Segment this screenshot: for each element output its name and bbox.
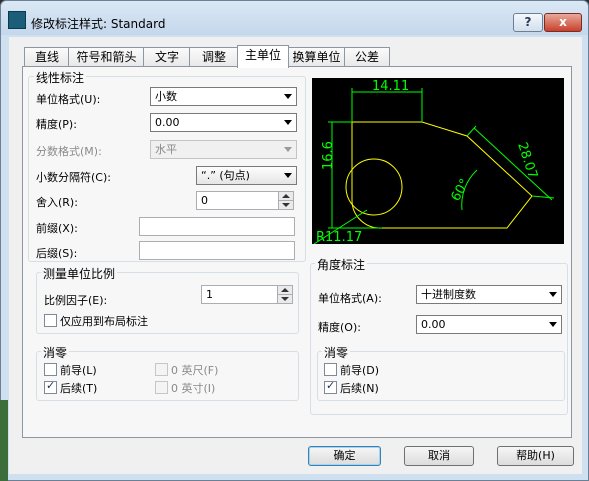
cancel-button[interactable]: 取消 bbox=[404, 446, 474, 466]
app-icon bbox=[8, 11, 26, 29]
zero-suppression-angular-title: 消零 bbox=[322, 344, 351, 361]
chevron-down-icon bbox=[284, 120, 292, 125]
angular-group-title: 角度标注 bbox=[315, 256, 368, 273]
spin-down-icon[interactable] bbox=[277, 295, 292, 303]
fraction-format-select: 水平 bbox=[150, 140, 297, 159]
unit-format-label: 单位格式(U): bbox=[36, 93, 101, 106]
round-off-value: 0 bbox=[201, 194, 208, 207]
angular-unit-format-value: 十进制度数 bbox=[421, 288, 476, 301]
round-off-input[interactable]: 0 bbox=[196, 191, 294, 210]
angular-unit-format-label: 单位格式(A): bbox=[318, 292, 382, 305]
angular-precision-select[interactable]: 0.00 bbox=[416, 315, 562, 334]
dimension-preview: 14.11 16.6 28.07 60° R11.17 bbox=[312, 78, 564, 245]
title-bar[interactable]: 修改标注样式: Standard ? x bbox=[1, 1, 588, 35]
dim-left-label: 16.6 bbox=[321, 141, 336, 170]
help-button[interactable]: 帮助(H) bbox=[497, 446, 574, 466]
unit-format-select[interactable]: 小数 bbox=[150, 87, 297, 106]
linear-group-title: 线性标注 bbox=[34, 69, 87, 86]
decimal-separator-select[interactable]: “.” (句点) bbox=[196, 166, 297, 185]
tab-symbols-arrows[interactable]: 符号和箭头 bbox=[68, 47, 145, 67]
tab-alternate-units[interactable]: 换算单位 bbox=[287, 47, 346, 67]
chevron-down-icon bbox=[284, 173, 292, 178]
tab-tolerances[interactable]: 公差 bbox=[344, 47, 390, 67]
layout-only-label: 仅应用到布局标注 bbox=[60, 315, 148, 328]
tab-fit[interactable]: 调整 bbox=[189, 47, 239, 67]
unit-format-value: 小数 bbox=[155, 90, 177, 103]
chevron-down-icon bbox=[284, 147, 292, 152]
suffix-input[interactable] bbox=[139, 241, 295, 260]
spin-up-icon[interactable] bbox=[277, 286, 292, 295]
precision-select[interactable]: 0.00 bbox=[150, 113, 297, 132]
scale-group-title: 测量单位比例 bbox=[41, 265, 118, 282]
chevron-down-icon bbox=[284, 94, 292, 99]
angular-unit-format-select[interactable]: 十进制度数 bbox=[416, 285, 562, 304]
angular-leading-zero-label: 前导(D) bbox=[340, 364, 380, 377]
leading-zero-label: 前导(L) bbox=[60, 364, 97, 377]
fraction-format-value: 水平 bbox=[155, 143, 177, 156]
inches-zero-checkbox bbox=[155, 381, 168, 394]
inches-zero-label: 0 英寸(I) bbox=[171, 382, 216, 395]
preview-drawing: 14.11 16.6 28.07 60° R11.17 bbox=[313, 79, 555, 245]
layout-only-checkbox[interactable] bbox=[44, 314, 57, 327]
round-off-label: 舍入(R): bbox=[36, 196, 78, 209]
feet-zero-checkbox bbox=[155, 363, 168, 376]
suffix-label: 后缀(S): bbox=[36, 247, 78, 260]
checkmark-icon: ✓ bbox=[326, 379, 336, 392]
tab-primary-units[interactable]: 主单位 bbox=[237, 45, 289, 68]
prefix-label: 前缀(X): bbox=[36, 222, 78, 235]
dim-radius-label: R11.17 bbox=[316, 230, 362, 244]
angular-trailing-zero-checkbox[interactable]: ✓ bbox=[324, 379, 337, 394]
chevron-down-icon bbox=[549, 292, 557, 297]
precision-value: 0.00 bbox=[155, 116, 180, 129]
ok-button[interactable]: 确定 bbox=[308, 446, 381, 466]
checkmark-icon: ✓ bbox=[46, 379, 56, 392]
help-title-button[interactable]: ? bbox=[513, 13, 543, 32]
trailing-zero-checkbox[interactable]: ✓ bbox=[44, 379, 57, 394]
fraction-format-label: 分数格式(M): bbox=[36, 145, 102, 158]
scale-factor-label: 比例因子(E): bbox=[44, 294, 108, 307]
leading-zero-checkbox[interactable] bbox=[44, 363, 57, 376]
scale-factor-input[interactable]: 1 bbox=[201, 285, 293, 304]
spin-up-icon[interactable] bbox=[278, 192, 293, 201]
spin-down-icon[interactable] bbox=[278, 201, 293, 209]
decimal-separator-value: “.” (句点) bbox=[201, 169, 250, 182]
angular-precision-value: 0.00 bbox=[421, 318, 446, 331]
scale-factor-value: 1 bbox=[206, 288, 213, 301]
angular-leading-zero-checkbox[interactable] bbox=[324, 363, 337, 376]
dim-top-label: 14.11 bbox=[372, 79, 409, 94]
chevron-down-icon bbox=[549, 322, 557, 327]
tab-text[interactable]: 文字 bbox=[143, 47, 191, 67]
decimal-separator-label: 小数分隔符(C): bbox=[36, 171, 111, 184]
feet-zero-label: 0 英尺(F) bbox=[171, 364, 219, 377]
trailing-zero-label: 后续(T) bbox=[60, 382, 98, 395]
window-title: 修改标注样式: Standard bbox=[31, 17, 166, 31]
precision-label: 精度(P): bbox=[36, 118, 77, 131]
prefix-input[interactable] bbox=[139, 217, 295, 236]
dim-right-label: 28.07 bbox=[514, 141, 540, 181]
background-window-edge bbox=[0, 400, 8, 481]
angular-trailing-zero-label: 后续(N) bbox=[340, 382, 379, 395]
angular-precision-label: 精度(O): bbox=[318, 321, 361, 334]
dim-angle-label: 60° bbox=[448, 177, 473, 204]
preview-dimension-lines bbox=[313, 88, 555, 245]
tab-lines[interactable]: 直线 bbox=[24, 47, 70, 67]
zero-suppression-linear-title: 消零 bbox=[41, 344, 70, 361]
close-button[interactable]: x bbox=[544, 13, 582, 32]
preview-geometry bbox=[345, 121, 533, 229]
